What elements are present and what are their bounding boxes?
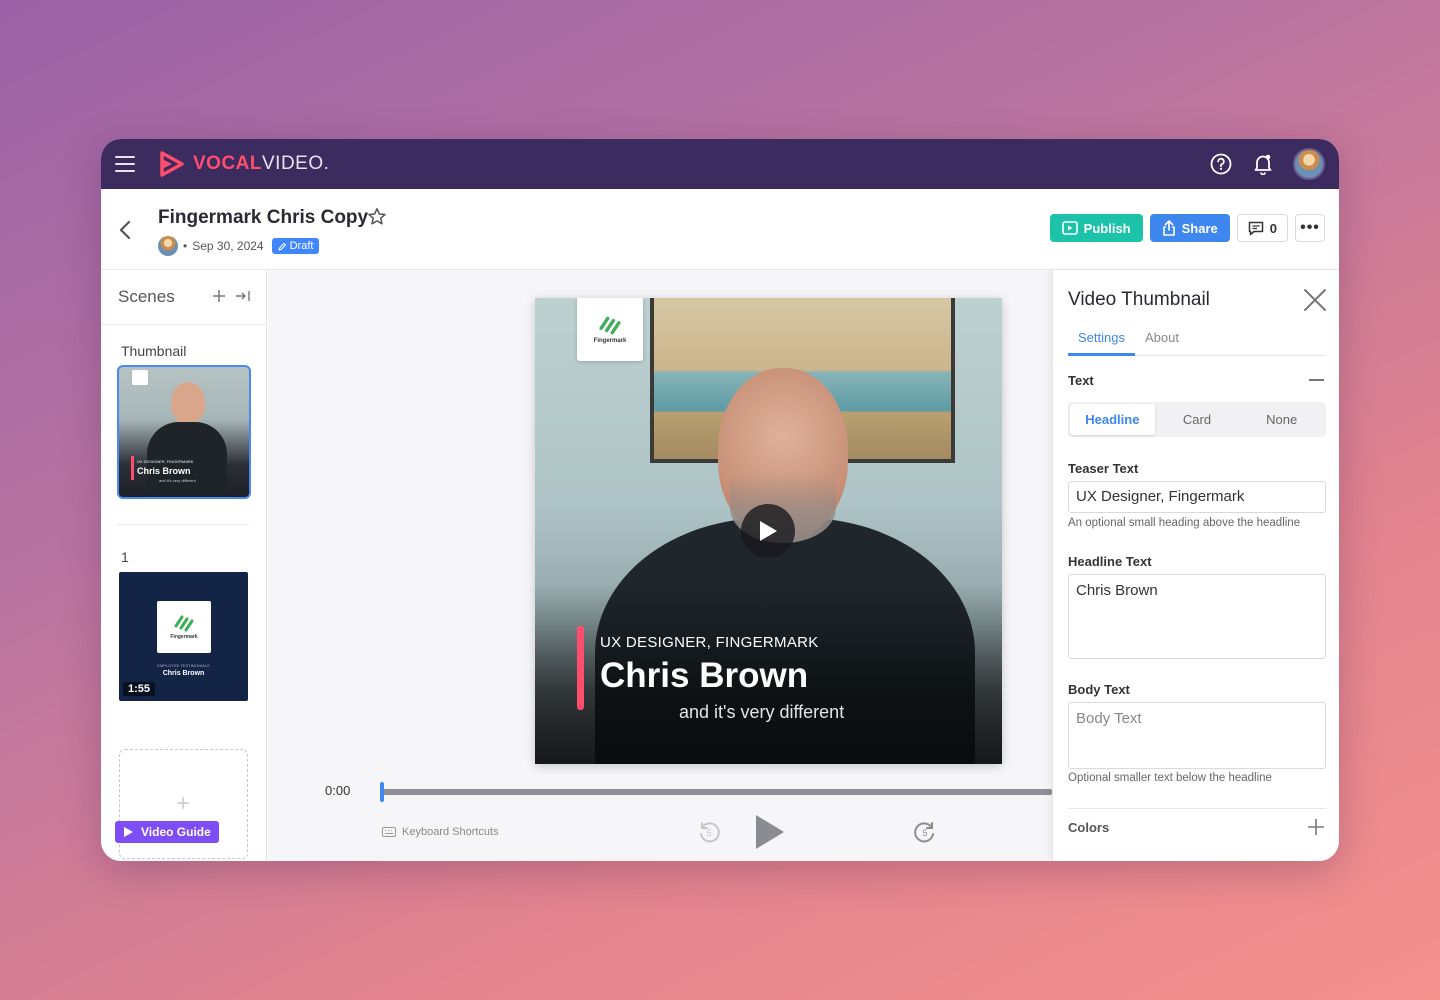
owner-avatar (158, 236, 178, 256)
thumb-body: and it's very different (159, 478, 196, 483)
project-date: Sep 30, 2024 (192, 239, 264, 253)
status-badge[interactable]: Draft (271, 238, 320, 254)
main-play-icon[interactable] (752, 812, 788, 852)
project-title[interactable]: Fingermark Chris Copy (158, 207, 368, 229)
video-preview[interactable]: Fingermark UX DESIGNER, FINGERMARK Chris… (535, 298, 1002, 764)
add-scene-icon[interactable] (211, 288, 227, 304)
pencil-icon (277, 242, 286, 251)
logo-text-video: VIDEO. (262, 153, 330, 174)
video-guide-button[interactable]: Video Guide (115, 821, 219, 843)
keyboard-shortcuts-link[interactable]: Keyboard Shortcuts (382, 826, 499, 838)
keyboard-shortcuts-label: Keyboard Shortcuts (402, 826, 499, 838)
user-avatar[interactable] (1293, 148, 1325, 180)
text-style-segmented-control: Headline Card None (1068, 402, 1326, 437)
fingermark-logo-icon (599, 316, 621, 335)
scenes-sidebar: Scenes Thumbnail UX DESIGNER, FINGERMARK… (101, 270, 267, 861)
publish-button[interactable]: Publish (1049, 214, 1143, 242)
share-label: Share (1181, 220, 1218, 236)
tab-settings[interactable]: Settings (1068, 328, 1135, 356)
share-button[interactable]: Share (1149, 214, 1230, 242)
text-option-headline[interactable]: Headline (1070, 404, 1155, 435)
more-options-icon: ••• (1300, 219, 1320, 236)
play-icon (760, 521, 777, 541)
add-scene-plus-icon: + (176, 790, 191, 817)
project-meta: • Sep 30, 2024 Draft (158, 236, 320, 256)
scenes-heading: Scenes (118, 287, 175, 306)
video-stage: Fingermark UX DESIGNER, FINGERMARK Chris… (268, 270, 1052, 861)
headline-text-area[interactable]: Chris Brown (1068, 574, 1326, 659)
timeline-playhead[interactable] (380, 782, 384, 802)
body-text-label: Body Text (1068, 682, 1130, 697)
video-guide-label: Video Guide (141, 825, 211, 839)
thumb-teaser: UX DESIGNER, FINGERMARK (137, 459, 194, 464)
teaser-text-label: Teaser Text (1068, 461, 1139, 476)
thumbnail-scene-card[interactable]: UX DESIGNER, FINGERMARK Chris Brown and … (117, 365, 251, 499)
favorite-star-icon[interactable] (367, 207, 387, 227)
vocal-video-logo[interactable]: VOCALVIDEO. (159, 151, 329, 177)
video-play-button[interactable] (741, 504, 795, 558)
text-option-none[interactable]: None (1239, 404, 1324, 435)
status-badge-label: Draft (289, 240, 314, 252)
logo-text-vocal: VOCAL (193, 153, 262, 174)
comments-button[interactable]: 0 (1236, 214, 1288, 242)
headline-accent-bar (577, 626, 584, 710)
teaser-text-input[interactable]: UX Designer, Fingermark (1068, 481, 1326, 513)
expand-colors-plus-icon[interactable] (1307, 818, 1325, 836)
project-header: Fingermark Chris Copy • Sep 30, 2024 Dra… (101, 189, 1339, 270)
video-body-text: and it's very different (679, 702, 845, 722)
video-logo: Fingermark (577, 298, 643, 361)
close-icon[interactable] (1303, 288, 1327, 312)
body-text-area[interactable]: Body Text (1068, 702, 1326, 769)
meta-bullet: • (183, 239, 188, 253)
back-arrow-icon[interactable] (118, 219, 132, 241)
top-nav: VOCALVIDEO. (101, 139, 1339, 189)
comments-count: 0 (1269, 220, 1277, 236)
app-window: VOCALVIDEO. Fingermark Chris Copy • Sep … (101, 139, 1339, 861)
rewind-5-icon[interactable]: 5 (697, 820, 721, 844)
help-icon[interactable] (1209, 152, 1233, 176)
video-thumbnail-panel: Video Thumbnail Settings About Text Head… (1052, 270, 1339, 861)
thumb-name: Chris Brown (137, 466, 191, 476)
collapse-text-section-icon[interactable] (1309, 379, 1324, 381)
logo-play-icon (160, 151, 184, 177)
publish-label: Publish (1083, 220, 1131, 236)
scene-subtitle: EMPLOYEE TESTIMONIALS (157, 663, 210, 668)
teaser-help-text: An optional small heading above the head… (1068, 517, 1301, 529)
text-option-card[interactable]: Card (1155, 404, 1240, 435)
timeline-track[interactable] (382, 789, 1052, 795)
rewind-seconds: 5 (706, 828, 711, 838)
fingermark-logo-icon (174, 615, 194, 632)
body-help-text: Optional smaller text below the headline (1068, 772, 1272, 784)
scene-logo-label: Fingermark (170, 634, 198, 640)
panel-title: Video Thumbnail (1068, 289, 1210, 310)
keyboard-icon (382, 827, 396, 837)
publish-icon (1061, 221, 1078, 235)
video-teaser-text: UX DESIGNER, FINGERMARK (600, 634, 819, 651)
panel-tabs: Settings About (1068, 328, 1326, 356)
menu-icon[interactable] (115, 156, 135, 172)
scene-duration: 1:55 (123, 682, 156, 696)
play-icon (124, 827, 133, 837)
scene-1-card[interactable]: Fingermark EMPLOYEE TESTIMONIALS Chris B… (119, 572, 248, 701)
colors-section-title: Colors (1068, 820, 1110, 835)
scene-number-label: 1 (121, 549, 129, 565)
text-section-title: Text (1068, 373, 1094, 388)
collapse-sidebar-icon[interactable] (235, 288, 251, 304)
video-headline-text: Chris Brown (600, 656, 809, 695)
tab-about[interactable]: About (1135, 328, 1189, 356)
thumbnail-section-label: Thumbnail (121, 343, 187, 359)
scenes-header: Scenes (101, 270, 266, 325)
forward-seconds: 5 (922, 828, 927, 838)
more-options-button[interactable]: ••• (1295, 214, 1325, 242)
scene-logo: Fingermark (157, 601, 211, 653)
scene-name: Chris Brown (162, 670, 205, 677)
share-icon (1162, 220, 1175, 236)
video-logo-label: Fingermark (593, 338, 627, 344)
headline-text-label: Headline Text (1068, 554, 1152, 569)
comment-icon (1248, 221, 1264, 235)
notifications-bell-icon[interactable] (1251, 152, 1275, 176)
current-time: 0:00 (325, 783, 351, 798)
forward-5-icon[interactable]: 5 (913, 820, 937, 844)
thumb-logo (132, 370, 148, 385)
